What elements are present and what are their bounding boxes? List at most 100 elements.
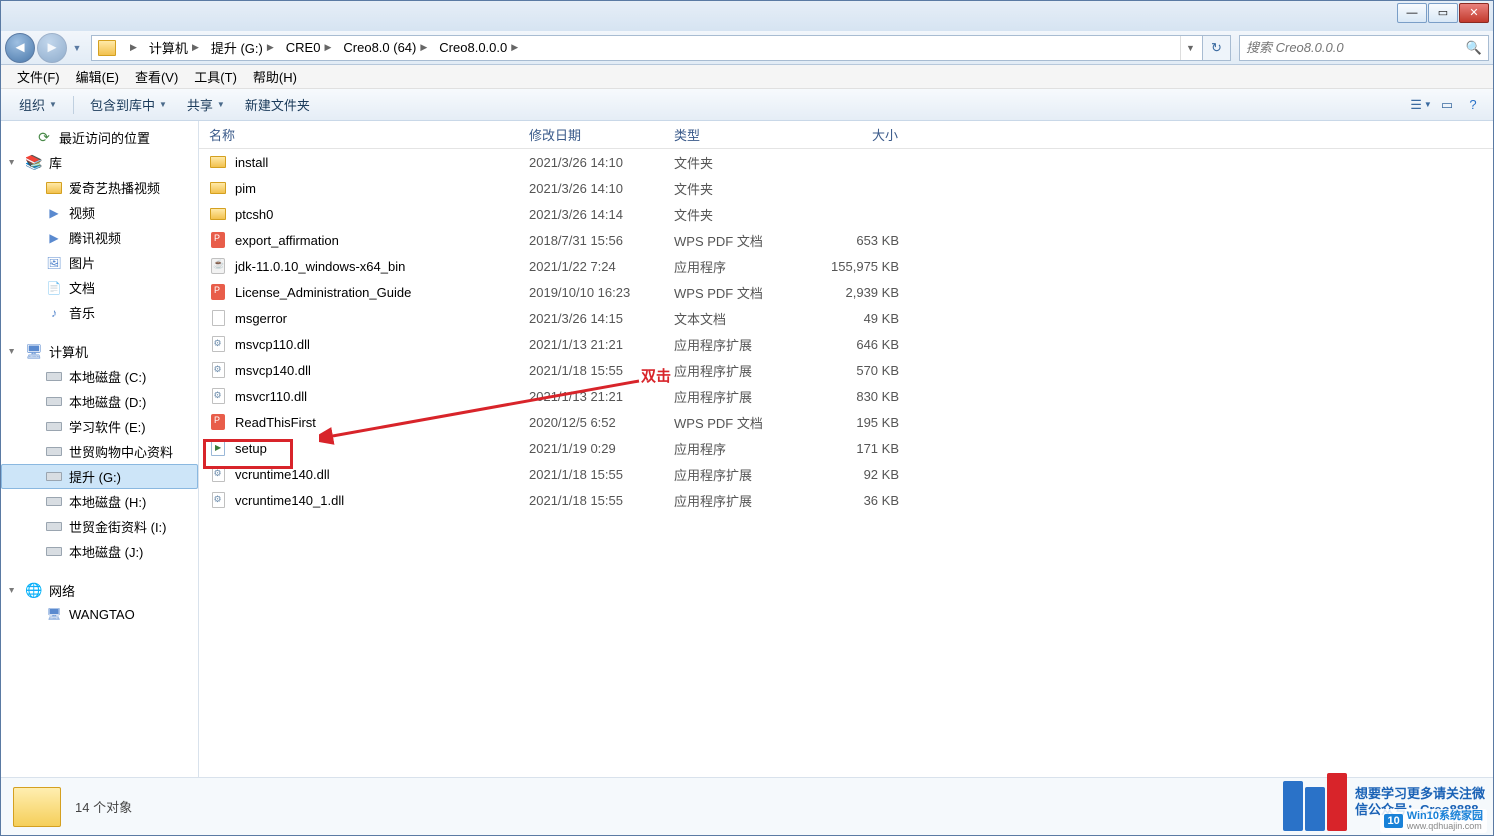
nav-label: 本地磁盘 (D:): [69, 392, 146, 411]
nav-drive-item[interactable]: 提升 (G:): [1, 464, 198, 489]
drive-icon: [45, 544, 63, 560]
new-folder-button[interactable]: 新建文件夹: [235, 91, 320, 118]
file-row[interactable]: vcruntime140_1.dll 2021/1/18 15:55 应用程序扩…: [199, 487, 1493, 513]
menu-edit[interactable]: 编辑(E): [68, 64, 127, 89]
file-row[interactable]: msgerror 2021/3/26 14:15 文本文档 49 KB: [199, 305, 1493, 331]
file-row[interactable]: install 2021/3/26 14:10 文件夹: [199, 149, 1493, 175]
breadcrumb-item[interactable]: Creo8.0.0.0▶: [433, 36, 524, 60]
file-row[interactable]: jdk-11.0.10_windows-x64_bin 2021/1/22 7:…: [199, 253, 1493, 279]
menu-view[interactable]: 查看(V): [127, 64, 186, 89]
nav-drive-item[interactable]: 本地磁盘 (J:): [1, 539, 198, 564]
nav-drive-item[interactable]: 本地磁盘 (D:): [1, 389, 198, 414]
file-row[interactable]: ReadThisFirst 2020/12/5 6:52 WPS PDF 文档 …: [199, 409, 1493, 435]
drive-icon: [45, 519, 63, 535]
nav-drive-item[interactable]: 世贸金街资料 (I:): [1, 514, 198, 539]
file-type-cell: 应用程序: [664, 439, 809, 458]
file-row[interactable]: msvcp140.dll 2021/1/18 15:55 应用程序扩展 570 …: [199, 357, 1493, 383]
network-icon: 🌐: [25, 583, 43, 599]
nav-library-item[interactable]: 📄文档: [1, 275, 198, 300]
nav-library-item[interactable]: ▶腾讯视频: [1, 225, 198, 250]
history-dropdown[interactable]: ▼: [69, 38, 85, 58]
file-date-cell: 2018/7/31 15:56: [519, 233, 664, 248]
preview-pane-button[interactable]: ▭: [1435, 94, 1459, 116]
search-icon[interactable]: 🔍: [1466, 40, 1482, 56]
chevron-down-icon: ▼: [217, 100, 225, 109]
chevron-right-icon: ▶: [130, 42, 137, 53]
file-row[interactable]: License_Administration_Guide 2019/10/10 …: [199, 279, 1493, 305]
file-type-cell: 文件夹: [664, 179, 809, 198]
search-box[interactable]: 🔍: [1239, 35, 1489, 61]
dll-icon: [209, 362, 227, 378]
view-options-button[interactable]: ☰▼: [1409, 94, 1433, 116]
share-button[interactable]: 共享▼: [177, 91, 235, 118]
lib-item-icon: 🖼: [45, 255, 63, 271]
column-type[interactable]: 类型: [664, 125, 809, 144]
file-row[interactable]: vcruntime140.dll 2021/1/18 15:55 应用程序扩展 …: [199, 461, 1493, 487]
address-dropdown[interactable]: ▼: [1180, 36, 1200, 60]
nav-label: 网络: [49, 581, 75, 600]
file-size-cell: 195 KB: [809, 415, 909, 430]
nav-library-item[interactable]: 🖼图片: [1, 250, 198, 275]
menu-help[interactable]: 帮助(H): [245, 64, 305, 89]
nav-network[interactable]: ▸ 🌐 网络: [1, 578, 198, 603]
search-input[interactable]: [1246, 40, 1466, 55]
file-list-area[interactable]: 名称 修改日期 类型 大小 install 2021/3/26 14:10 文件…: [199, 121, 1493, 777]
file-row[interactable]: export_affirmation 2018/7/31 15:56 WPS P…: [199, 227, 1493, 253]
file-row[interactable]: msvcr110.dll 2021/1/13 21:21 应用程序扩展 830 …: [199, 383, 1493, 409]
address-bar[interactable]: ▶ 计算机▶ 提升 (G:)▶ CRE0▶ Creo8.0 (64)▶ Creo…: [91, 35, 1203, 61]
file-size-cell: 92 KB: [809, 467, 909, 482]
file-name-cell: setup: [199, 440, 519, 456]
pdf-icon: [209, 232, 227, 248]
drive-icon: [45, 419, 63, 435]
nav-drive-item[interactable]: 本地磁盘 (H:): [1, 489, 198, 514]
file-row[interactable]: pim 2021/3/26 14:10 文件夹: [199, 175, 1493, 201]
file-row[interactable]: ptcsh0 2021/3/26 14:14 文件夹: [199, 201, 1493, 227]
include-library-button[interactable]: 包含到库中▼: [80, 91, 177, 118]
file-row[interactable]: setup 2021/1/19 0:29 应用程序 171 KB: [199, 435, 1493, 461]
menu-file[interactable]: 文件(F): [9, 64, 68, 89]
nav-library-item[interactable]: 爱奇艺热播视频: [1, 175, 198, 200]
nav-drive-item[interactable]: 本地磁盘 (C:): [1, 364, 198, 389]
maximize-button[interactable]: ▭: [1428, 3, 1458, 23]
file-name-cell: License_Administration_Guide: [199, 284, 519, 300]
nav-network-item[interactable]: 🖥WANGTAO: [1, 603, 198, 625]
file-name-cell: msvcp110.dll: [199, 336, 519, 352]
help-button[interactable]: ?: [1461, 94, 1485, 116]
navigation-pane[interactable]: ⟳最近访问的位置 ▸📚库 爱奇艺热播视频▶视频▶腾讯视频🖼图片📄文档♪音乐 ▸🖥…: [1, 121, 199, 777]
breadcrumb-root[interactable]: ▶: [120, 36, 143, 60]
organize-button[interactable]: 组织▼: [9, 91, 67, 118]
file-date-cell: 2021/1/19 0:29: [519, 441, 664, 456]
back-button[interactable]: ◄: [5, 33, 35, 63]
breadcrumb-label: Creo8.0 (64): [343, 40, 416, 55]
breadcrumb-item[interactable]: 计算机▶: [143, 36, 205, 60]
nav-computer[interactable]: ▸🖥计算机: [1, 339, 198, 364]
file-name: export_affirmation: [235, 233, 339, 248]
menu-tools[interactable]: 工具(T): [186, 64, 245, 89]
expand-icon: ▸: [6, 349, 17, 354]
nav-recent[interactable]: ⟳最近访问的位置: [1, 125, 198, 150]
breadcrumb-item[interactable]: 提升 (G:)▶: [205, 36, 280, 60]
nav-library-item[interactable]: ♪音乐: [1, 300, 198, 325]
column-date[interactable]: 修改日期: [519, 125, 664, 144]
file-date-cell: 2021/3/26 14:10: [519, 155, 664, 170]
file-name-cell: vcruntime140.dll: [199, 466, 519, 482]
file-type-cell: 文件夹: [664, 205, 809, 224]
close-icon: ✕: [1469, 8, 1478, 19]
nav-library-item[interactable]: ▶视频: [1, 200, 198, 225]
nav-drive-item[interactable]: 学习软件 (E:): [1, 414, 198, 439]
refresh-button[interactable]: ↻: [1203, 35, 1231, 61]
expand-icon: ▸: [6, 588, 17, 593]
close-button[interactable]: ✕: [1459, 3, 1489, 23]
folder-large-icon: [13, 787, 61, 827]
breadcrumb-item[interactable]: CRE0▶: [280, 36, 338, 60]
forward-button[interactable]: ►: [37, 33, 67, 63]
column-name[interactable]: 名称: [199, 125, 519, 144]
minimize-button[interactable]: —: [1397, 3, 1427, 23]
nav-drive-item[interactable]: 世贸购物中心资料: [1, 439, 198, 464]
include-label: 包含到库中: [90, 95, 155, 114]
file-row[interactable]: msvcp110.dll 2021/1/13 21:21 应用程序扩展 646 …: [199, 331, 1493, 357]
file-type-cell: 文件夹: [664, 153, 809, 172]
column-size[interactable]: 大小: [809, 125, 909, 144]
nav-libraries[interactable]: ▸📚库: [1, 150, 198, 175]
breadcrumb-item[interactable]: Creo8.0 (64)▶: [337, 36, 433, 60]
